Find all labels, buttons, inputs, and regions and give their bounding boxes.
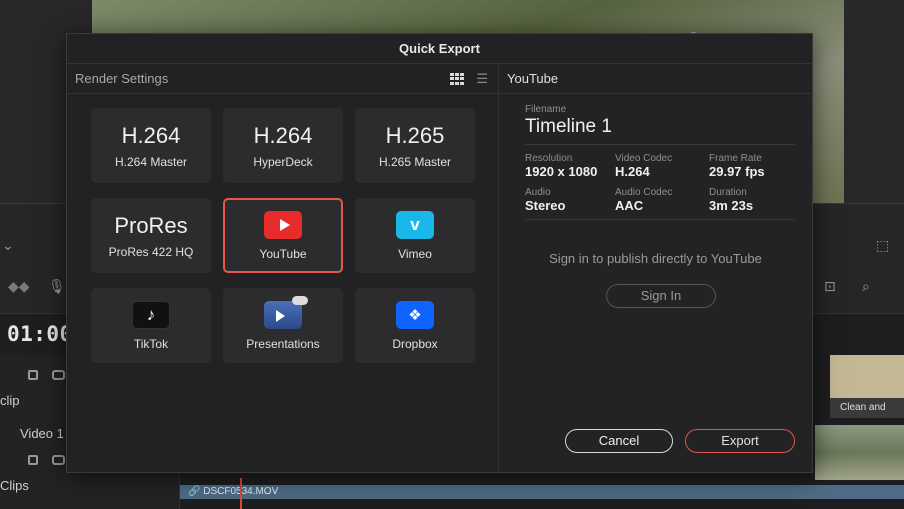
preset-name: Vimeo — [398, 246, 432, 261]
track-label: Video 1 — [20, 426, 64, 441]
preset-name: H.264 Master — [114, 154, 188, 169]
lock-icon[interactable] — [28, 455, 38, 465]
audio-label: Audio — [525, 187, 551, 198]
sign-in-button[interactable]: Sign In — [606, 284, 716, 308]
preset-dropbox[interactable]: ❖ Dropbox — [355, 288, 475, 363]
preset-format: H.264 — [121, 122, 181, 148]
preset-format: ProRes — [114, 212, 188, 238]
metadata-grid: Resolution 1920 x 1080 Video Codec H.264… — [525, 153, 795, 213]
preset-format: H.264 — [253, 122, 313, 148]
track-label: Clips — [0, 478, 29, 493]
divider — [525, 219, 795, 220]
track-visibility-icon[interactable] — [52, 370, 65, 380]
audio-codec-value: AAC — [615, 198, 644, 213]
preset-name: Dropbox — [392, 336, 438, 351]
dialog-title: Quick Export — [67, 34, 812, 64]
grid-view-icon[interactable] — [450, 73, 465, 85]
resolution-label: Resolution — [525, 153, 573, 164]
signin-message: Sign in to publish directly to YouTube — [549, 251, 762, 266]
export-details-pane: YouTube Filename Timeline 1 Resolution 1… — [499, 64, 812, 472]
fullscreen-icon[interactable]: ⬚ — [876, 237, 889, 254]
track-label: clip — [0, 393, 20, 408]
preset-hyperdeck[interactable]: H.264 HyperDeck — [223, 108, 343, 183]
export-button[interactable]: Export — [685, 429, 795, 453]
preset-youtube[interactable]: YouTube — [223, 198, 343, 273]
preset-presentations[interactable]: Presentations — [223, 288, 343, 363]
preset-tiktok[interactable]: ♪ TikTok — [91, 288, 211, 363]
clip-thumbnail[interactable] — [815, 425, 904, 480]
audio-codec-label: Audio Codec — [615, 187, 673, 198]
microphone-icon[interactable]: 🎙 — [48, 278, 66, 295]
view-toggle: ☰ — [450, 64, 488, 94]
frame-rate-value: 29.97 fps — [709, 164, 765, 179]
render-settings-label: Render Settings — [75, 71, 169, 86]
preset-name: TikTok — [133, 336, 169, 351]
preset-prores-422-hq[interactable]: ProRes ProRes 422 HQ — [91, 198, 211, 273]
cancel-button[interactable]: Cancel — [565, 429, 673, 453]
clip-name-bar[interactable]: 🔗 DSCF0534.MOV — [180, 485, 904, 499]
export-metadata: Filename Timeline 1 Resolution 1920 x 10… — [525, 104, 795, 228]
zoom-fit-icon[interactable]: ⊡ — [824, 278, 836, 295]
track-visibility-icon[interactable] — [52, 455, 65, 465]
preset-h264-master[interactable]: H.264 H.264 Master — [91, 108, 211, 183]
preset-grid: H.264 H.264 Master H.264 HyperDeck H.265… — [91, 108, 475, 363]
destination-title: YouTube — [507, 71, 559, 86]
link-icon: 🔗 — [188, 486, 204, 497]
video-codec-value: H.264 — [615, 164, 650, 179]
preset-vimeo[interactable]: v Vimeo — [355, 198, 475, 273]
preset-name: H.265 Master — [378, 154, 452, 169]
preset-format: H.265 — [385, 122, 445, 148]
pane-header: Render Settings ☰ — [67, 64, 498, 94]
audio-value: Stereo — [525, 198, 566, 213]
duration-value: 3m 23s — [709, 198, 754, 213]
filename-label: Filename — [525, 104, 567, 115]
tiktok-icon: ♪ — [132, 300, 170, 329]
render-settings-pane: Render Settings ☰ H.264 H.264 Master H.2… — [67, 64, 499, 472]
app-window: ⌄ ◆◆ 🎙 ⬚ ⊡ ⌕ 01:00: clip Video 1 Clips C… — [0, 0, 904, 509]
list-view-icon[interactable]: ☰ — [476, 72, 488, 85]
youtube-icon — [264, 210, 302, 239]
zoom-icon[interactable]: ⌕ — [862, 278, 870, 295]
lock-icon[interactable] — [28, 370, 38, 380]
playhead[interactable] — [240, 478, 242, 509]
quick-export-dialog: Quick Export Render Settings ☰ H.264 H.2… — [66, 33, 813, 473]
inspector-panel — [844, 0, 904, 203]
filename-field[interactable]: Timeline 1 — [525, 116, 795, 138]
presentations-icon — [264, 295, 308, 329]
chevron-down-icon[interactable]: ⌄ — [2, 237, 14, 254]
video-codec-label: Video Codec — [615, 153, 673, 164]
divider — [525, 144, 795, 145]
preset-name: Presentations — [246, 336, 320, 351]
clean-and-button[interactable]: Clean and — [830, 398, 904, 418]
keyframe-icon[interactable]: ◆◆ — [8, 278, 30, 295]
preset-h265-master[interactable]: H.265 H.265 Master — [355, 108, 475, 183]
preset-name: YouTube — [259, 246, 307, 261]
vimeo-icon: v — [396, 210, 434, 239]
duration-label: Duration — [709, 187, 747, 198]
frame-rate-label: Frame Rate — [709, 153, 762, 164]
pane-header: YouTube — [499, 64, 812, 94]
preset-name: HyperDeck — [253, 154, 313, 169]
preset-name: ProRes 422 HQ — [108, 244, 194, 259]
resolution-value: 1920 x 1080 — [525, 164, 598, 179]
dropbox-icon: ❖ — [396, 300, 434, 329]
